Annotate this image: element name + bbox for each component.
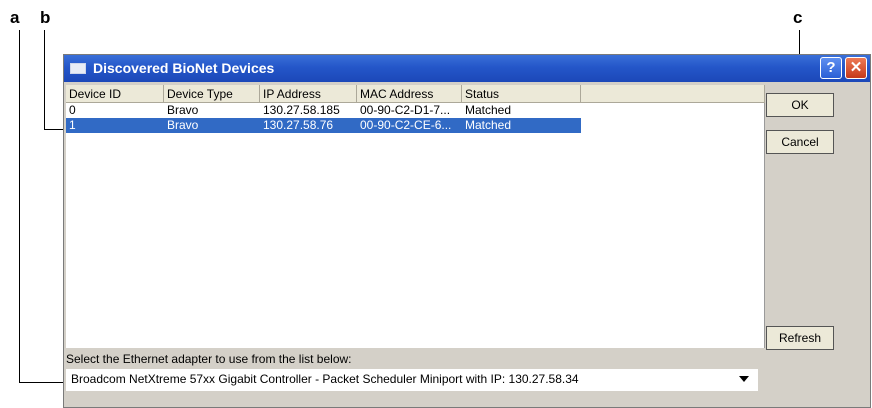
refresh-button[interactable]: Refresh — [766, 326, 834, 350]
column-header-ip-address[interactable]: IP Address — [260, 85, 357, 103]
adapter-select-label: Select the Ethernet adapter to use from … — [66, 352, 352, 366]
callout-a-label: a — [10, 8, 20, 27]
callout-a-leader-horizontal — [19, 382, 69, 383]
cell-mac-address: 00-90-C2-CE-6... — [360, 118, 452, 132]
cell-ip-address: 130.27.58.185 — [263, 103, 340, 117]
ok-button[interactable]: OK — [766, 93, 834, 117]
column-header-mac-address[interactable]: MAC Address — [357, 85, 462, 103]
callout-b-leader-vertical — [44, 30, 45, 130]
cell-ip-address: 130.27.58.76 — [263, 118, 334, 132]
cell-device-id: 0 — [69, 103, 76, 117]
window-icon — [70, 63, 86, 74]
cell-device-type: Bravo — [167, 118, 199, 132]
cell-status: Matched — [465, 118, 512, 132]
column-header-filler — [581, 85, 765, 103]
callout-b-label: b — [40, 8, 51, 27]
cell-device-type: Bravo — [167, 103, 199, 117]
cell-device-id: 1 — [69, 118, 76, 132]
column-header-status[interactable]: Status — [462, 85, 581, 103]
help-button[interactable]: ? — [820, 57, 842, 79]
table-row-device-1-selected[interactable]: 1 Bravo 130.27.58.76 00-90-C2-CE-6... Ma… — [66, 118, 581, 133]
device-list[interactable]: Device ID Device Type IP Address MAC Add… — [66, 85, 765, 348]
discovered-devices-dialog: Discovered BioNet Devices ? ✕ Device ID … — [63, 54, 871, 408]
cell-status: Matched — [465, 103, 512, 117]
window-title: Discovered BioNet Devices — [93, 60, 275, 76]
cancel-button[interactable]: Cancel — [766, 130, 834, 154]
ethernet-adapter-dropdown[interactable]: Broadcom NetXtreme 57xx Gigabit Controll… — [66, 369, 758, 391]
column-header-device-type[interactable]: Device Type — [164, 85, 260, 103]
column-header-device-id[interactable]: Device ID — [66, 85, 164, 103]
table-row-device-0[interactable]: 0 Bravo 130.27.58.185 00-90-C2-D1-7... M… — [66, 103, 581, 118]
adapter-selected-value: Broadcom NetXtreme 57xx Gigabit Controll… — [71, 372, 579, 386]
close-button[interactable]: ✕ — [845, 57, 867, 79]
title-bar[interactable]: Discovered BioNet Devices ? ✕ — [64, 55, 870, 82]
callout-c-label: c — [793, 8, 803, 27]
chevron-down-icon[interactable] — [739, 376, 749, 382]
device-list-header: Device ID Device Type IP Address MAC Add… — [66, 85, 765, 103]
callout-a-leader-vertical — [19, 30, 20, 383]
cell-mac-address: 00-90-C2-D1-7... — [360, 103, 451, 117]
